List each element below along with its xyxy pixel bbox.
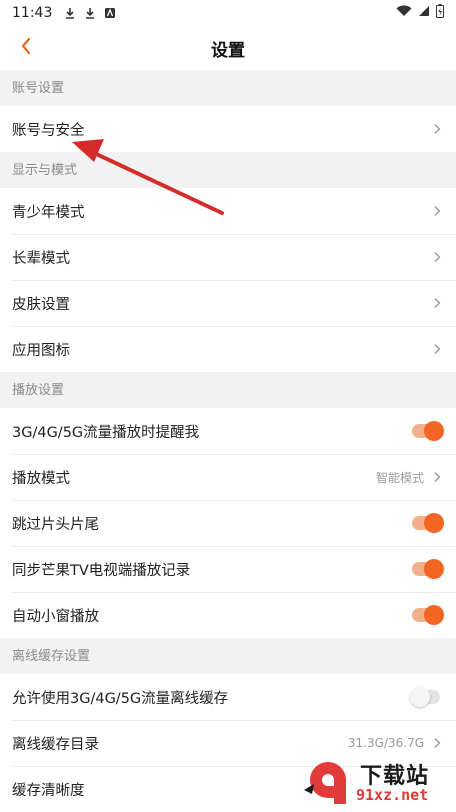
row-tv-sync: 同步芒果TV电视端播放记录 <box>0 546 456 592</box>
chevron-right-icon <box>432 342 442 356</box>
watermark-mark-icon <box>304 762 346 804</box>
status-right <box>396 4 444 22</box>
row-elder-mode[interactable]: 长辈模式 <box>0 234 456 280</box>
row-skin-settings[interactable]: 皮肤设置 <box>0 280 456 326</box>
row-account-security[interactable]: 账号与安全 <box>0 106 456 152</box>
status-left: 11:43 <box>12 5 116 21</box>
app-icon <box>104 7 116 19</box>
section-header-offline: 离线缓存设置 <box>0 638 456 674</box>
row-value: 31.3G/36.7G <box>347 736 424 750</box>
row-skip-intro: 跳过片头片尾 <box>0 500 456 546</box>
watermark-logo: 下载站 91xz.net <box>300 758 450 808</box>
row-label: 允许使用3G/4G/5G流量离线缓存 <box>12 690 229 707</box>
row-play-mode[interactable]: 播放模式 智能模式 <box>0 454 456 500</box>
watermark-site: 91xz.net <box>356 786 429 804</box>
row-label: 自动小窗播放 <box>12 608 99 625</box>
back-button[interactable] <box>12 34 40 62</box>
row-label: 应用图标 <box>12 342 70 359</box>
row-allow-mobile-cache: 允许使用3G/4G/5G流量离线缓存 <box>0 674 456 720</box>
page-title: 设置 <box>211 40 245 61</box>
section-header-playback: 播放设置 <box>0 372 456 408</box>
toggle-switch[interactable] <box>410 687 444 707</box>
download-icon <box>64 7 76 19</box>
row-label: 3G/4G/5G流量播放时提醒我 <box>12 424 200 441</box>
battery-icon <box>436 4 444 22</box>
row-mini-window: 自动小窗播放 <box>0 592 456 638</box>
toggle-switch[interactable] <box>412 605 444 625</box>
section-header-account: 账号设置 <box>0 70 456 106</box>
toggle-switch[interactable] <box>412 559 444 579</box>
row-label: 播放模式 <box>12 470 70 487</box>
row-value: 智能模式 <box>375 470 424 485</box>
chevron-right-icon <box>432 470 442 484</box>
chevron-right-icon <box>432 122 442 136</box>
row-label: 长辈模式 <box>12 250 70 267</box>
wifi-icon <box>396 5 412 21</box>
toggle-switch[interactable] <box>412 421 444 441</box>
row-label: 皮肤设置 <box>12 296 70 313</box>
row-label: 同步芒果TV电视端播放记录 <box>12 562 191 579</box>
chevron-right-icon <box>432 736 442 750</box>
chevron-right-icon <box>432 250 442 264</box>
chevron-right-icon <box>432 204 442 218</box>
chevron-right-icon <box>432 296 442 310</box>
row-youth-mode[interactable]: 青少年模式 <box>0 188 456 234</box>
row-label: 跳过片头片尾 <box>12 516 99 533</box>
status-time: 11:43 <box>12 5 53 21</box>
nav-bar: 设置 <box>0 26 456 70</box>
download-icon <box>84 7 96 19</box>
signal-icon <box>418 5 430 21</box>
status-bar: 11:43 <box>0 0 456 26</box>
row-label: 账号与安全 <box>12 122 85 139</box>
chevron-left-icon <box>20 37 32 59</box>
row-mobile-data-remind: 3G/4G/5G流量播放时提醒我 <box>0 408 456 454</box>
row-label: 离线缓存目录 <box>12 736 99 753</box>
row-label: 青少年模式 <box>12 204 85 221</box>
row-app-icon[interactable]: 应用图标 <box>0 326 456 372</box>
section-header-display: 显示与模式 <box>0 152 456 188</box>
toggle-switch[interactable] <box>412 513 444 533</box>
